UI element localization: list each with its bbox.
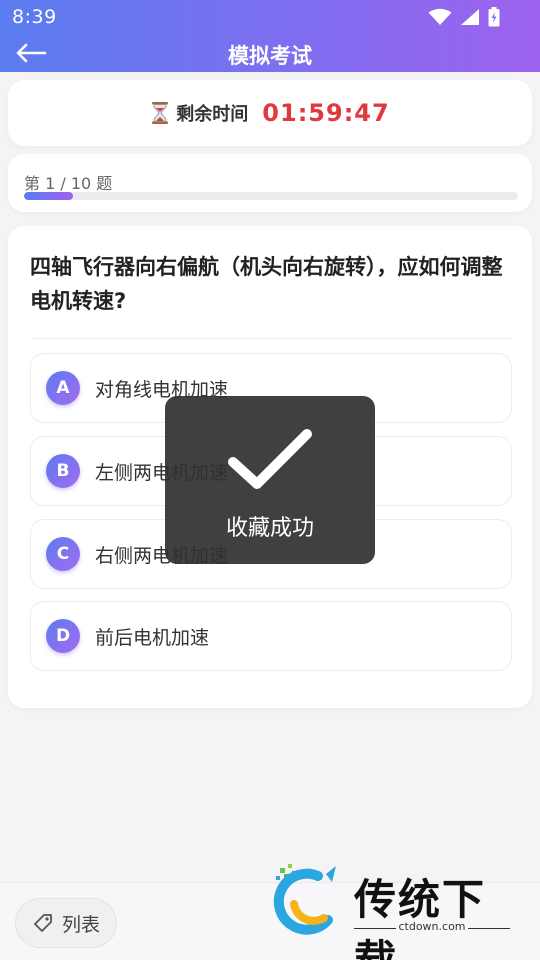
progress-text: 第 1 / 10 题	[24, 174, 113, 193]
watermark-logo-icon	[273, 864, 336, 935]
status-icons	[428, 7, 500, 27]
option-text: 前后电机加速	[95, 626, 210, 649]
option-letter: D	[46, 619, 80, 653]
option-letter: A	[46, 371, 80, 405]
tag-icon	[34, 914, 52, 932]
timer-value: 01:59:47	[262, 99, 390, 127]
watermark: 传统下载 ctdown.com	[266, 862, 526, 960]
question-text: 四轴飞行器向右偏航（机头向右旋转），应如何调整电机转速?	[30, 255, 503, 313]
option-letter: B	[46, 454, 80, 488]
watermark-brand: 传统下载	[354, 875, 487, 960]
list-button[interactable]: 列表	[15, 898, 117, 948]
cell-signal-icon	[461, 9, 479, 25]
top-bar: 8:39 模拟考试	[0, 0, 540, 72]
battery-icon	[488, 7, 500, 27]
checkmark-icon	[228, 429, 312, 489]
divider	[30, 338, 512, 339]
hourglass-icon	[152, 102, 169, 124]
list-button-label: 列表	[61, 913, 100, 936]
status-time: 8:39	[12, 6, 57, 28]
progress-fill	[24, 192, 74, 200]
progress-card: 第 1 / 10 题	[8, 154, 532, 212]
watermark-line-right	[468, 928, 510, 929]
option-letter: C	[46, 537, 80, 571]
timer-label: 剩余时间	[176, 104, 249, 125]
watermark-url: ctdown.com	[398, 920, 466, 933]
option-d[interactable]: D 前后电机加速	[30, 601, 512, 671]
progress-bar	[24, 192, 518, 200]
timer-card: 剩余时间 01:59:47	[8, 80, 532, 146]
toast-text: 收藏成功	[225, 516, 314, 541]
page-title: 模拟考试	[228, 44, 312, 68]
wifi-icon	[428, 8, 452, 25]
toast: 收藏成功	[165, 396, 375, 564]
